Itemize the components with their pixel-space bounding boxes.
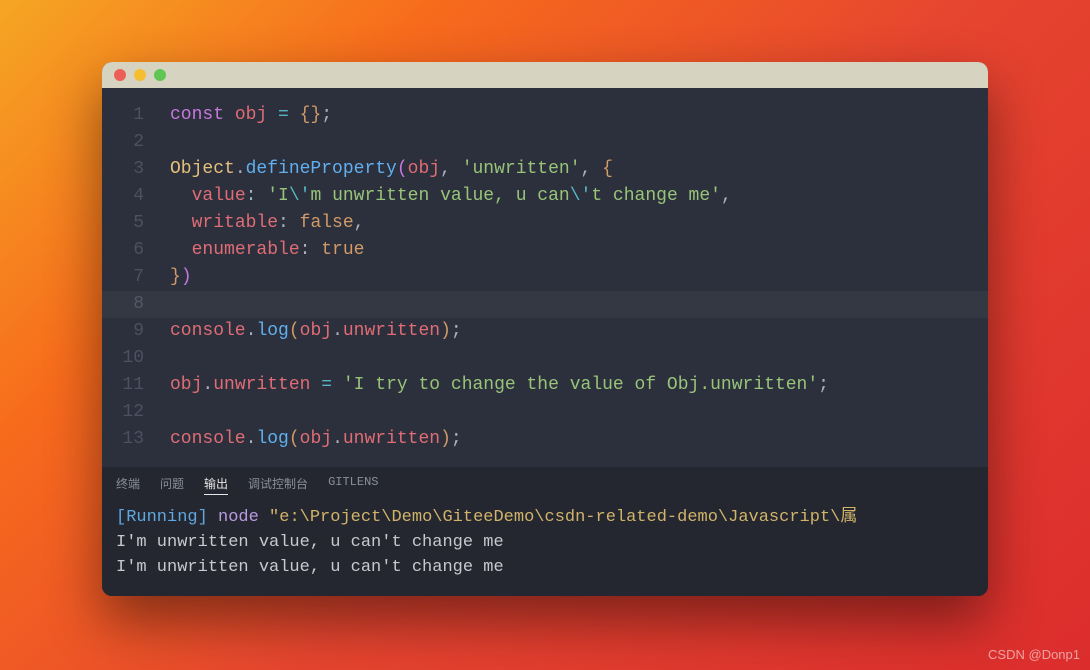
zoom-icon[interactable] <box>154 69 166 81</box>
line-number: 2 <box>102 129 144 156</box>
line-number: 1 <box>102 102 144 129</box>
output-panel[interactable]: [Running] node "e:\Project\Demo\GiteeDem… <box>102 501 988 596</box>
minimize-icon[interactable] <box>134 69 146 81</box>
line-number: 3 <box>102 156 144 183</box>
line-number: 5 <box>102 210 144 237</box>
code-line <box>170 399 988 426</box>
titlebar <box>102 62 988 88</box>
code-line: obj.unwritten = 'I try to change the val… <box>170 372 988 399</box>
editor-window: 1 2 3 4 5 6 7 8 9 10 11 12 13 const obj … <box>102 62 988 596</box>
line-number: 7 <box>102 264 144 291</box>
line-gutter: 1 2 3 4 5 6 7 8 9 10 11 12 13 <box>102 102 162 453</box>
code-line: console.log(obj.unwritten); <box>170 318 988 345</box>
code-line: const obj = {}; <box>170 102 988 129</box>
code-line <box>170 129 988 156</box>
code-editor[interactable]: 1 2 3 4 5 6 7 8 9 10 11 12 13 const obj … <box>102 88 988 467</box>
code-line <box>170 345 988 372</box>
line-number: 10 <box>102 345 144 372</box>
code-line: value: 'I\'m unwritten value, u can\'t c… <box>170 183 988 210</box>
code-area[interactable]: const obj = {}; Object.defineProperty(ob… <box>162 102 988 453</box>
tab-problems[interactable]: 问题 <box>160 475 184 495</box>
run-command: node <box>208 508 269 527</box>
code-line: }) <box>170 264 988 291</box>
close-icon[interactable] <box>114 69 126 81</box>
run-tag: [Running] <box>116 508 208 527</box>
run-path: "e:\Project\Demo\GiteeDemo\csdn-related-… <box>269 508 857 527</box>
watermark: CSDN @Donp1 <box>988 647 1080 662</box>
line-number: 12 <box>102 399 144 426</box>
panel-tabs: 终端 问题 输出 调试控制台 GITLENS <box>102 467 988 501</box>
output-line: I'm unwritten value, u can't change me <box>116 558 504 577</box>
code-line <box>170 291 988 318</box>
line-number: 9 <box>102 318 144 345</box>
line-number: 6 <box>102 237 144 264</box>
tab-terminal[interactable]: 终端 <box>116 475 140 495</box>
line-number: 11 <box>102 372 144 399</box>
line-number: 8 <box>102 291 144 318</box>
code-line: writable: false, <box>170 210 988 237</box>
line-number: 4 <box>102 183 144 210</box>
output-line: I'm unwritten value, u can't change me <box>116 533 504 552</box>
line-number: 13 <box>102 426 144 453</box>
tab-debug-console[interactable]: 调试控制台 <box>248 475 308 495</box>
code-line: console.log(obj.unwritten); <box>170 426 988 453</box>
tab-output[interactable]: 输出 <box>204 475 228 495</box>
code-line: Object.defineProperty(obj, 'unwritten', … <box>170 156 988 183</box>
code-line: enumerable: true <box>170 237 988 264</box>
tab-gitlens[interactable]: GITLENS <box>328 475 378 495</box>
